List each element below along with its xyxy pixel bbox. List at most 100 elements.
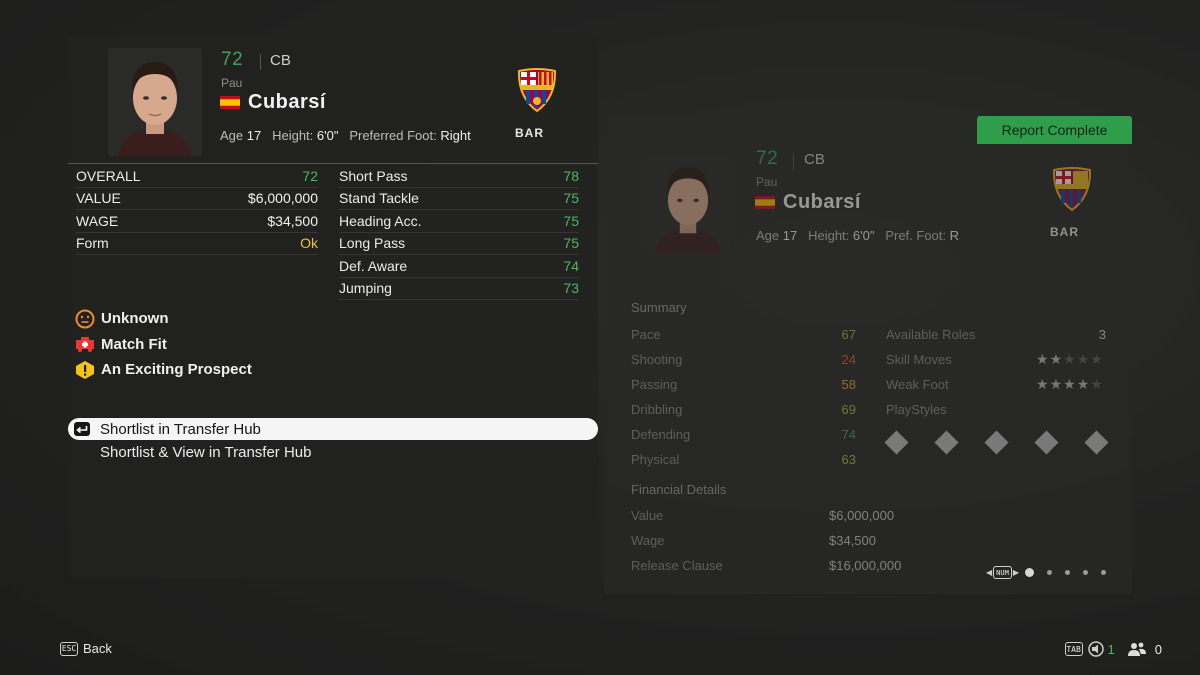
skill-moves-stars: ★★★★★	[1036, 351, 1104, 368]
playstyles-label: PlayStyles	[886, 402, 947, 417]
financial-label: Release Clause	[631, 558, 723, 573]
summary-stat-label: Physical	[631, 452, 680, 467]
page-dot[interactable]	[1064, 570, 1070, 575]
attribute-value: 75	[563, 212, 579, 229]
report-player-portrait	[645, 152, 731, 256]
stat-label: VALUE	[76, 190, 121, 207]
report-last-name: Cubarsí	[783, 191, 861, 213]
summary-stat-label: Passing	[631, 377, 678, 392]
shortlist-transfer-hub-option[interactable]: Shortlist in Transfer Hub	[68, 418, 598, 440]
volume-icon	[1087, 641, 1104, 657]
status-morale: Unknown	[74, 306, 252, 332]
enter-key-icon	[74, 422, 90, 436]
header-divider	[68, 163, 598, 164]
attribute-label: Jumping	[339, 280, 392, 297]
stat-value: Ok	[300, 235, 318, 252]
attribute-label: Short Pass	[339, 167, 408, 184]
weak-foot-stars: ★★★★★	[1036, 376, 1104, 393]
summary-stat-value: 24	[841, 352, 856, 367]
esc-key-icon: ESC	[60, 641, 78, 656]
summary-stat-value: 69	[841, 402, 856, 417]
page-left-arrow-icon: ◀	[986, 568, 993, 577]
stat-label: OVERALL	[76, 167, 141, 184]
stat-label: WAGE	[76, 212, 119, 229]
report-rating: 72	[756, 148, 779, 169]
weak-foot-label: Weak Foot	[886, 377, 949, 392]
overview-stat-row: Form Ok	[76, 233, 318, 255]
available-roles-value: 3	[1098, 327, 1106, 342]
report-position: CB	[804, 151, 825, 168]
stat-value: $6,000,000	[247, 190, 318, 207]
summary-stat-value: 63	[841, 452, 856, 467]
star-empty-icon: ★	[1063, 351, 1077, 367]
skill-moves-label: Skill Moves	[886, 352, 952, 367]
status-potential: An Exciting Prospect	[74, 357, 252, 383]
footer-status: TAB 1 0	[1064, 641, 1162, 657]
rating-separator	[260, 54, 261, 70]
report-club-crest-icon	[1052, 167, 1092, 212]
financial-label: Wage	[631, 533, 665, 548]
summary-stat-value: 58	[841, 377, 856, 392]
stat-value: $34,500	[267, 212, 318, 229]
financial-details-title: Financial Details	[631, 482, 727, 497]
page-dot[interactable]	[1046, 570, 1052, 575]
report-first-name: Pau	[756, 175, 778, 189]
stat-value: 72	[302, 167, 318, 184]
star-filled-icon: ★	[1049, 351, 1064, 367]
star-empty-icon: ★	[1090, 376, 1104, 392]
attribute-stats: Short Pass 78 Stand Tackle 75 Heading Acc. 75…	[333, 165, 583, 300]
back-button[interactable]: ESC Back	[60, 641, 112, 656]
page-dot[interactable]	[1100, 570, 1106, 575]
attribute-label: Heading Acc.	[339, 212, 422, 229]
financial-value: $6,000,000	[829, 508, 895, 523]
attribute-label: Stand Tackle	[339, 190, 419, 207]
fitness-icon	[74, 333, 96, 355]
report-complete-button[interactable]: Report Complete	[977, 116, 1132, 144]
report-rating-separator	[793, 153, 794, 169]
attribute-value: 78	[563, 167, 579, 184]
attribute-value: 73	[563, 280, 579, 297]
stat-label: Form	[76, 235, 109, 252]
overview-stat-row: OVERALL 72	[76, 165, 318, 188]
shortlist-view-transfer-hub-option[interactable]: Shortlist & View in Transfer Hub	[68, 441, 598, 463]
report-info-row: Age 17 Height: 6'0" Pref. Foot: R	[756, 228, 960, 243]
report-page-indicator[interactable]: ◀ NUM ▶	[986, 566, 1106, 579]
attribute-stat-row: Jumping 73	[339, 278, 579, 300]
status-fitness: Match Fit	[74, 332, 252, 358]
page-dot-active[interactable]	[1024, 568, 1034, 577]
summary-stat-label: Pace	[631, 327, 661, 342]
users-icon	[1127, 642, 1146, 656]
count-b: 0	[1154, 641, 1162, 657]
player-portrait	[108, 48, 202, 156]
star-empty-icon: ★	[1076, 351, 1091, 367]
attribute-stat-row: Heading Acc. 75	[339, 210, 579, 233]
tab-key-icon: TAB	[1064, 642, 1083, 656]
attribute-label: Long Pass	[339, 235, 406, 252]
star-filled-icon: ★	[1036, 351, 1050, 367]
attribute-label: Def. Aware	[339, 257, 408, 274]
summary-stat-value: 74	[841, 427, 856, 442]
attribute-value: 74	[563, 257, 579, 274]
summary-title: Summary	[631, 300, 687, 315]
financial-label: Value	[631, 508, 664, 523]
spain-flag-icon	[220, 96, 240, 109]
overview-stats: OVERALL 72 VALUE $6,000,000 WAGE $34,500 Form O…	[70, 165, 320, 255]
attribute-stat-row: Def. Aware 74	[339, 255, 579, 278]
player-last-name: Cubarsí	[248, 91, 326, 113]
report-club-abbreviation: BAR	[1050, 225, 1079, 239]
financial-value: $34,500	[829, 533, 876, 548]
action-menu: Shortlist in Transfer Hub Shortlist & Vi…	[68, 418, 598, 463]
player-position: CB	[270, 52, 291, 69]
count-a: 1	[1107, 641, 1115, 657]
star-filled-icon: ★	[1076, 376, 1091, 392]
star-filled-icon: ★	[1063, 376, 1077, 392]
overview-stat-row: WAGE $34,500	[76, 210, 318, 233]
player-status-list: Unknown Match Fit An Exciting Prospect	[74, 306, 252, 383]
attribute-value: 75	[563, 235, 579, 252]
page-dot[interactable]	[1082, 570, 1088, 575]
summary-stat-label: Dribbling	[631, 402, 683, 417]
summary-stat-label: Defending	[631, 427, 691, 442]
overview-stat-row: VALUE $6,000,000	[76, 188, 318, 210]
page-right-arrow-icon: ▶	[1012, 568, 1019, 577]
player-first-name: Pau	[221, 76, 243, 90]
